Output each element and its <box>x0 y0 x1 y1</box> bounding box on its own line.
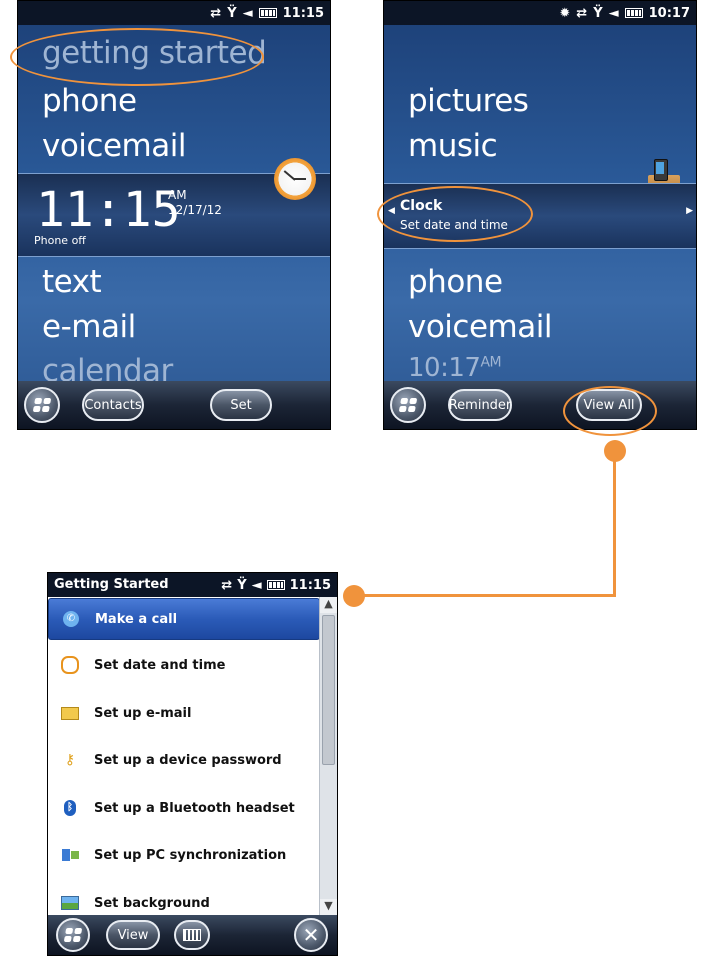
list-item-label: Make a call <box>95 611 178 627</box>
battery-icon <box>624 8 643 18</box>
status-bar: ✹ ⇄ Ÿ ◄ 10:17 <box>384 1 696 25</box>
battery-icon <box>258 8 277 18</box>
list-item-bluetooth[interactable]: ᛒ Set up a Bluetooth headset <box>48 788 320 828</box>
status-time: 11:15 <box>289 577 331 593</box>
phone-status: Phone off <box>34 234 86 247</box>
data-connection-icon: ⇄ <box>576 5 588 21</box>
close-icon: ✕ <box>302 923 320 947</box>
list-item-label: Set background <box>94 895 210 911</box>
no-signal-icon: Ÿ <box>237 577 247 593</box>
status-time: 11:15 <box>282 5 324 21</box>
phone-screen-getting-started: Getting Started ⇄ Ÿ ◄ 11:15 ✆ Make a cal… <box>47 572 338 956</box>
set-button[interactable]: Set <box>210 389 272 421</box>
menu-item-phone[interactable]: phone <box>408 264 503 300</box>
list-item-label: Set up a device password <box>94 752 282 768</box>
volume-icon: ◄ <box>608 5 619 21</box>
time-row-value: 10:17 <box>408 353 481 383</box>
start-button[interactable] <box>24 387 60 423</box>
volume-icon: ◄ <box>251 577 262 593</box>
volume-icon: ◄ <box>242 5 253 21</box>
windows-flag-icon <box>32 398 52 412</box>
sync-icon <box>60 845 80 865</box>
background-icon <box>60 893 80 913</box>
menu-item-text[interactable]: text <box>42 264 102 300</box>
menu-item-phone[interactable]: phone <box>42 83 137 119</box>
screen-title: Getting Started <box>54 577 169 592</box>
time-row-ampm: AM <box>480 354 502 371</box>
list-item-device-password[interactable]: ⚷ Set up a device password <box>48 740 320 780</box>
clock-icon <box>60 655 80 675</box>
scroll-up-icon[interactable]: ▲ <box>320 597 337 613</box>
windows-flag-icon <box>63 928 83 942</box>
contacts-button[interactable]: Contacts <box>82 389 144 421</box>
menu-item-music[interactable]: music <box>408 128 498 164</box>
connector-line-vertical <box>613 458 616 596</box>
clock-time: 11:15 <box>36 182 181 238</box>
list-item-label: Set up PC synchronization <box>94 847 287 863</box>
callout-view-all <box>563 386 657 436</box>
callout-clock-band <box>377 186 533 242</box>
alarm-icon: ✹ <box>559 5 571 21</box>
windows-flag-icon <box>398 398 418 412</box>
scrollbar[interactable]: ▲ ▼ <box>319 597 337 915</box>
no-signal-icon: Ÿ <box>593 5 603 21</box>
no-signal-icon: Ÿ <box>227 5 237 21</box>
list-item-setup-email[interactable]: Set up e-mail <box>48 693 320 733</box>
keyboard-icon <box>183 929 201 941</box>
battery-icon <box>266 580 285 590</box>
email-icon <box>60 703 80 723</box>
list-item-set-date-time[interactable]: Set date and time <box>48 645 320 685</box>
list-item-label: Set date and time <box>94 657 226 673</box>
connector-dot-bottom <box>343 585 365 607</box>
connector-line-horizontal <box>356 594 616 597</box>
softkey-bar: Contacts Set <box>18 381 330 429</box>
data-connection-icon: ⇄ <box>210 5 222 21</box>
data-connection-icon: ⇄ <box>221 577 233 593</box>
status-time: 10:17 <box>648 5 690 21</box>
clock-icon <box>274 158 316 200</box>
status-bar: Getting Started ⇄ Ÿ ◄ 11:15 <box>48 573 337 597</box>
list-item-make-a-call[interactable]: ✆ Make a call <box>48 598 320 640</box>
bluetooth-icon: ᛒ <box>60 798 80 818</box>
reminder-button[interactable]: Reminder <box>448 389 512 421</box>
scrollbar-thumb[interactable] <box>322 615 335 765</box>
keyboard-button[interactable] <box>174 920 210 950</box>
callout-getting-started <box>10 28 264 86</box>
menu-item-voicemail[interactable]: voicemail <box>408 309 552 345</box>
menu-item-voicemail[interactable]: voicemail <box>42 128 186 164</box>
phone-icon: ✆ <box>61 609 81 629</box>
scroll-down-icon[interactable]: ▼ <box>320 899 337 915</box>
time-row[interactable]: 10:17AM <box>408 353 502 383</box>
close-button[interactable]: ✕ <box>294 918 328 952</box>
start-button[interactable] <box>56 918 90 952</box>
clock-date: 12/17/12 <box>168 203 222 217</box>
status-bar: ⇄ Ÿ ◄ 11:15 <box>18 1 330 25</box>
menu-item-pictures[interactable]: pictures <box>408 83 529 119</box>
view-button[interactable]: View <box>106 920 160 950</box>
list-item-pc-sync[interactable]: Set up PC synchronization <box>48 835 320 875</box>
start-button[interactable] <box>390 387 426 423</box>
clock-ampm: AM <box>168 188 187 202</box>
list-item-label: Set up a Bluetooth headset <box>94 800 295 816</box>
key-icon: ⚷ <box>64 752 76 768</box>
menu-item-email[interactable]: e-mail <box>42 309 136 345</box>
chevron-right-icon[interactable]: ▶ <box>686 206 693 216</box>
softkey-bar: View ✕ <box>48 915 337 955</box>
list-item-label: Set up e-mail <box>94 705 192 721</box>
